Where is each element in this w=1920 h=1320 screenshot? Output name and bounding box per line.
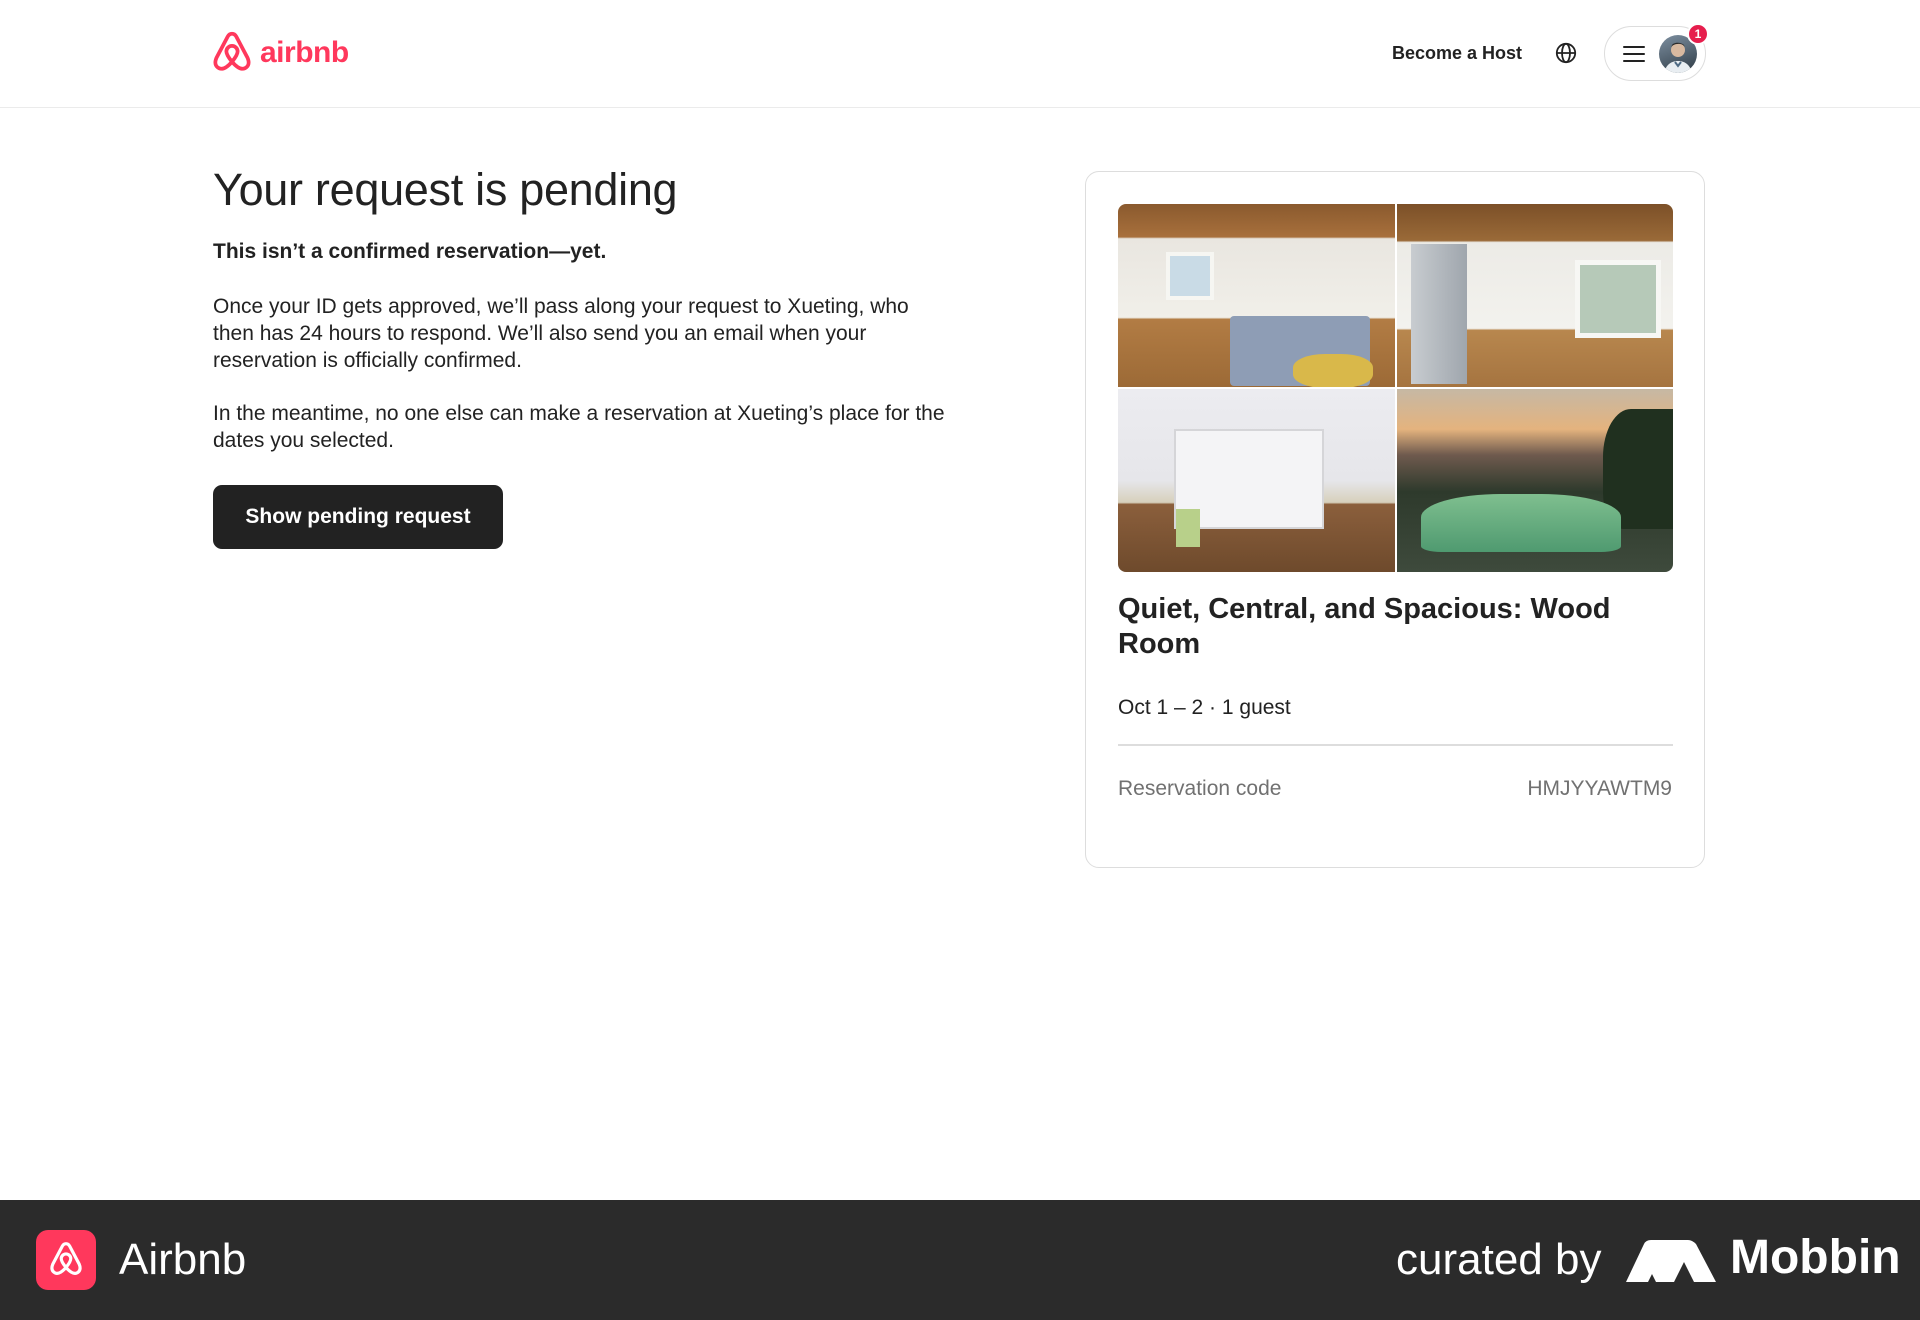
logo-wordmark: airbnb (260, 36, 349, 69)
mobbin-wordmark: Mobbin (1730, 1231, 1901, 1284)
reservation-summary-card: Quiet, Central, and Spacious: Wood Room … (1085, 171, 1705, 868)
approval-info-text: Once your ID gets approved, we’ll pass a… (213, 295, 909, 372)
listing-photo-pool (1396, 389, 1673, 572)
card-divider (1118, 744, 1673, 746)
airbnb-belo-icon (213, 31, 251, 71)
top-navigation-bar: airbnb Become a Host 1 (0, 0, 1920, 108)
page-title: Your request is pending (213, 164, 678, 215)
reservation-code-value: HMJYYAWTM9 (1527, 777, 1672, 800)
user-menu-button[interactable]: 1 (1604, 23, 1709, 81)
curated-by-text: curated by (1396, 1235, 1602, 1284)
trip-dates-guests: Oct 1 – 2 · 1 guest (1118, 696, 1291, 719)
airbnb-logo[interactable]: airbnb (212, 30, 349, 76)
listing-title: Quiet, Central, and Spacious: Wood Room (1118, 593, 1611, 660)
language-button[interactable] (1548, 32, 1584, 74)
mobbin-logo-icon (1626, 1240, 1716, 1282)
listing-photo-room (1396, 204, 1673, 387)
become-host-link[interactable]: Become a Host (1380, 38, 1534, 68)
globe-icon (1555, 42, 1577, 64)
listing-photo-bedroom (1118, 204, 1395, 387)
hold-info-text: In the meantime, no one else can make a … (213, 402, 945, 452)
airbnb-app-icon (36, 1230, 96, 1290)
hamburger-menu-icon (1623, 45, 1645, 62)
mobbin-attribution-banner: Airbnb curated by Mobbin (0, 1200, 1920, 1320)
listing-photo-grid[interactable] (1118, 204, 1673, 572)
page-subtitle: This isn’t a confirmed reservation—yet. (213, 240, 607, 263)
reservation-code-label: Reservation code (1118, 777, 1282, 800)
notification-badge: 1 (1687, 23, 1709, 45)
show-pending-request-button[interactable]: Show pending request (213, 485, 503, 549)
listing-photo-bathroom (1118, 389, 1395, 572)
airbnb-belo-icon (50, 1242, 82, 1275)
banner-app-name: Airbnb (119, 1235, 247, 1284)
